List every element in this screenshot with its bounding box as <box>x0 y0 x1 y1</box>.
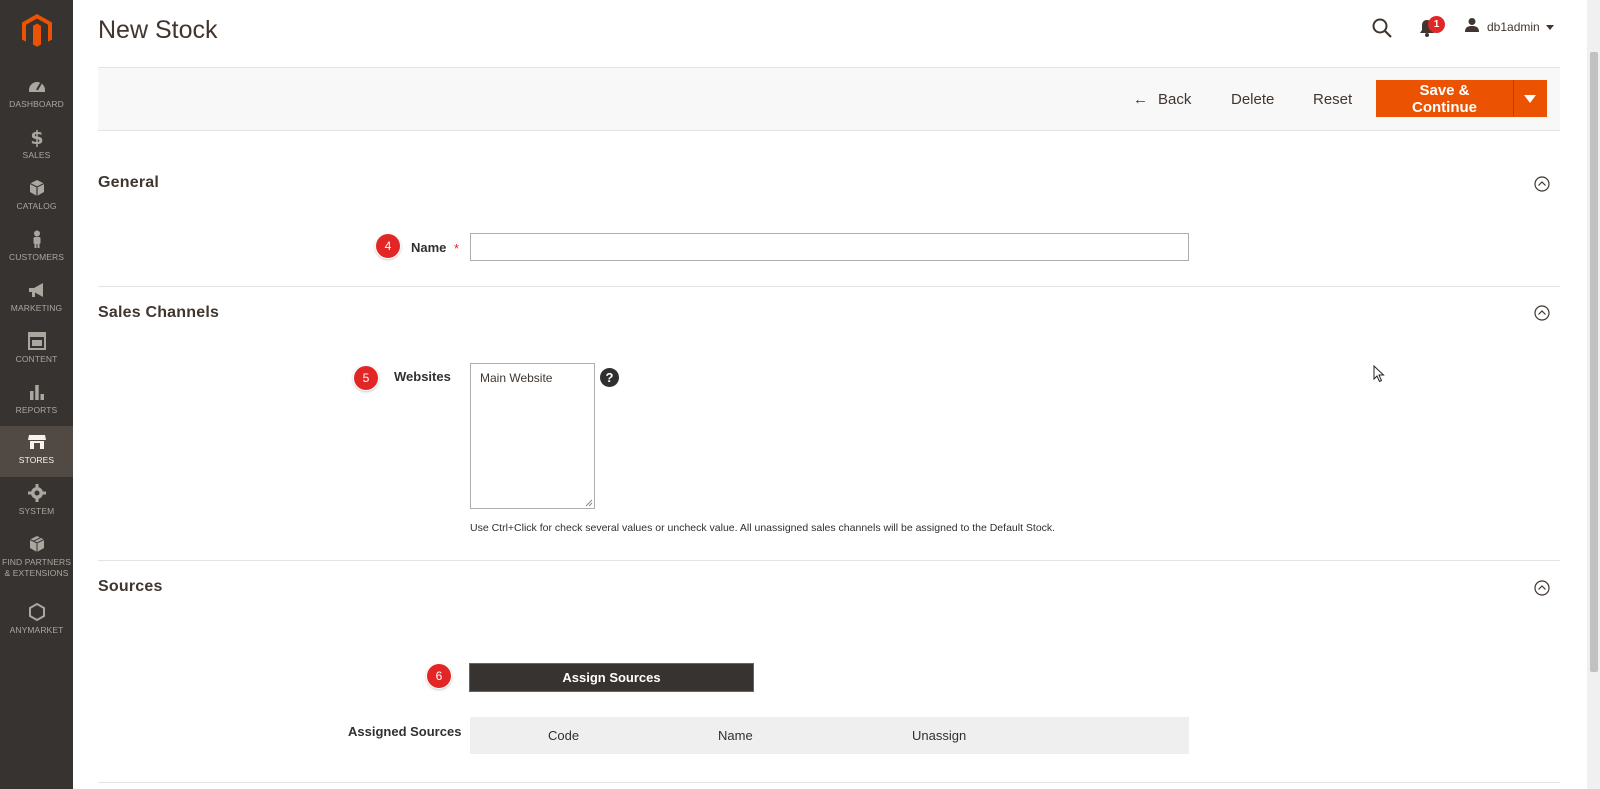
sidebar-label: ANYMARKET <box>9 625 64 635</box>
sidebar-item-anymarket[interactable]: ANYMARKET <box>0 596 73 647</box>
dollar-icon: $ <box>26 127 48 147</box>
sidebar-label: CUSTOMERS <box>8 252 65 262</box>
website-option[interactable]: Main Website <box>480 371 585 385</box>
collapse-sales-channels-icon[interactable] <box>1534 305 1550 321</box>
name-input[interactable] <box>470 233 1189 261</box>
step-badge: 6 <box>427 664 451 688</box>
websites-multiselect[interactable]: Main Website <box>470 363 595 509</box>
search-icon[interactable] <box>1371 17 1393 39</box>
sidebar-label: SYSTEM <box>18 506 55 516</box>
sidebar-item-reports[interactable]: REPORTS <box>0 376 73 427</box>
collapse-sources-icon[interactable] <box>1534 580 1550 596</box>
column-header-code[interactable]: Code <box>548 728 579 743</box>
step-badge: 4 <box>376 234 400 258</box>
triangle-down-icon <box>1524 94 1536 103</box>
sidebar-label: CATALOG <box>16 201 57 211</box>
reset-button[interactable]: Reset <box>1313 91 1352 108</box>
section-title-general[interactable]: General <box>98 174 159 192</box>
assign-sources-button[interactable]: Assign Sources <box>469 663 754 692</box>
arrow-left-icon: ← <box>1133 91 1148 108</box>
section-divider <box>98 782 1560 783</box>
person-icon <box>26 229 48 249</box>
section-title-sales-channels[interactable]: Sales Channels <box>98 304 219 322</box>
sidebar-label: CONTENT <box>15 354 58 364</box>
delete-button[interactable]: Delete <box>1231 91 1274 108</box>
user-icon <box>1464 17 1480 38</box>
resize-grip-icon[interactable] <box>585 499 593 507</box>
sidebar-item-content[interactable]: CONTENT <box>0 325 73 376</box>
blocks-icon <box>26 534 48 554</box>
user-account-menu[interactable]: db1admin <box>1464 16 1554 38</box>
chevron-down-icon <box>1545 24 1554 30</box>
assigned-sources-grid-header: Code Name Unassign <box>470 717 1189 754</box>
websites-label: Websites <box>394 369 451 384</box>
scrollbar-thumb[interactable] <box>1590 52 1598 672</box>
sidebar-item-catalog[interactable]: CATALOG <box>0 172 73 223</box>
bar-chart-icon <box>26 382 48 402</box>
svg-text:$: $ <box>30 127 43 147</box>
sidebar-item-customers[interactable]: CUSTOMERS <box>0 223 73 274</box>
dashboard-icon <box>26 76 48 96</box>
layout-icon <box>26 331 48 351</box>
store-icon <box>26 432 48 452</box>
section-divider <box>98 286 1560 287</box>
mouse-cursor-icon <box>1373 365 1385 383</box>
sidebar-label: MARKETING <box>10 303 63 313</box>
back-button[interactable]: ← Back <box>1133 91 1191 108</box>
sidebar-item-stores[interactable]: STORES <box>0 426 73 477</box>
hexagon-icon <box>26 602 48 622</box>
sidebar-label: FIND PARTNERS & EXTENSIONS <box>2 557 71 578</box>
assigned-sources-label: Assigned Sources <box>348 724 462 739</box>
sidebar-item-dashboard[interactable]: DASHBOARD <box>0 70 73 121</box>
websites-note: Use Ctrl+Click for check several values … <box>470 522 1056 534</box>
admin-sidebar: DASHBOARD $ SALES CATALOG CUSTOMERS MARK… <box>0 0 73 789</box>
megaphone-icon <box>26 280 48 300</box>
page-actions-bar: ← Back Delete Reset Save & Continue <box>98 67 1560 131</box>
column-header-unassign[interactable]: Unassign <box>912 728 966 743</box>
sidebar-item-find-partners[interactable]: FIND PARTNERS & EXTENSIONS <box>0 528 73 588</box>
collapse-general-icon[interactable] <box>1534 176 1550 192</box>
section-divider <box>98 560 1560 561</box>
sidebar-label: SALES <box>22 150 51 160</box>
page-title: New Stock <box>98 16 218 44</box>
save-options-toggle[interactable] <box>1513 80 1547 117</box>
magento-logo-icon[interactable] <box>22 14 52 48</box>
notification-count-badge: 1 <box>1428 16 1445 33</box>
page-scrollbar[interactable] <box>1587 0 1600 789</box>
sidebar-item-marketing[interactable]: MARKETING <box>0 274 73 325</box>
save-split-button: Save & Continue <box>1376 80 1547 117</box>
sidebar-label: STORES <box>18 455 55 465</box>
sidebar-label: DASHBOARD <box>9 99 64 109</box>
help-icon[interactable]: ? <box>600 368 619 387</box>
sidebar-item-sales[interactable]: $ SALES <box>0 121 73 172</box>
sidebar-label: REPORTS <box>15 405 58 415</box>
step-badge: 5 <box>354 366 378 390</box>
back-label: Back <box>1158 91 1192 108</box>
username: db1admin <box>1487 20 1540 34</box>
name-label: Name <box>411 240 447 255</box>
sidebar-item-system[interactable]: SYSTEM <box>0 477 73 528</box>
required-star: * <box>454 241 460 256</box>
column-header-name[interactable]: Name <box>718 728 753 743</box>
save-continue-button[interactable]: Save & Continue <box>1376 80 1513 117</box>
section-title-sources[interactable]: Sources <box>98 578 163 596</box>
gear-icon <box>26 483 48 503</box>
box-icon <box>26 178 48 198</box>
